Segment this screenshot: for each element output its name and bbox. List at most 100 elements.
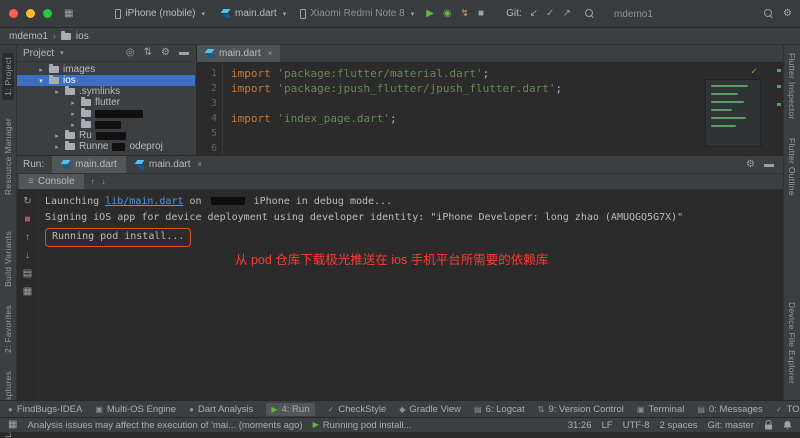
stripe-flutter-inspector-button[interactable]: Flutter Inspector [787,53,797,120]
tree-item-redacted[interactable]: ▸ [17,108,195,119]
lock-icon[interactable] [764,420,773,430]
next-occurrence-icon[interactable]: ↓ [102,177,106,186]
zoom-window-button[interactable] [43,9,52,18]
clear-console-icon[interactable]: ▦ [23,287,32,297]
run-button[interactable]: ▶ [426,8,434,19]
attach-debugger-button[interactable]: ↯ [461,8,469,19]
stripe-favorites-button[interactable]: 2: Favorites [3,305,13,353]
tree-item-redacted[interactable]: ▸ [17,119,195,130]
code-editor[interactable]: 1 2 3 4 5 6 import 'package:flutter/mate… [197,63,783,154]
git-branch-widget[interactable]: Git: master [708,420,754,431]
toolwindow-switcher-icon[interactable]: ▦ [8,420,17,430]
debug-button[interactable]: ◉ [443,8,452,19]
collapse-all-icon[interactable]: ⇅ [144,48,152,58]
tree-item-ios[interactable]: ▾ ios [17,75,195,86]
breadcrumb-item-ios[interactable]: ios [76,31,89,42]
change-mark [777,103,781,106]
toolwindow-grid-icon[interactable]: ▦ [64,8,73,19]
tree-item-runner-xcodeproj[interactable]: ▸ Runne odeproj [17,141,195,152]
bell-icon[interactable] [783,420,792,430]
file-link[interactable]: lib/main.dart [105,196,183,207]
progress-widget[interactable]: ▶ Running pod install... [313,420,412,431]
tree-item-images[interactable]: ▸ images [17,64,195,75]
tree-item-flutter[interactable]: ▸ flutter [17,97,195,108]
encoding-widget[interactable]: UTF-8 [623,420,650,431]
device-selector[interactable]: iPhone (mobile) ▾ [115,8,205,19]
run-tab-main-dart-1[interactable]: main.dart [52,156,126,173]
toolwindow-todo[interactable]: ✓TODO [776,404,800,415]
settings-gear-icon[interactable]: ⚙ [161,48,170,58]
stripe-device-file-explorer-button[interactable]: Device File Explorer [787,302,797,384]
folder-icon [49,64,59,73]
toolwindow-version-control[interactable]: ⇅ 9: Version Control [538,404,624,415]
chevron-right-icon[interactable]: ▸ [69,121,77,129]
run-tab-label: main.dart [75,159,117,170]
change-mark [777,69,781,72]
toolwindow-findbugs[interactable]: ● FindBugs-IDEA [8,404,82,415]
chevron-right-icon[interactable]: ▸ [69,99,77,107]
tree-item-label: images [63,64,96,75]
stripe-build-variants-button[interactable]: Build Variants [3,231,13,287]
git-update-icon[interactable]: ↙ [530,8,538,19]
scroll-to-end-icon[interactable]: ↓ [25,251,30,261]
git-push-icon[interactable]: ↗ [562,8,570,19]
toolwindow-run[interactable]: ▶ 4: Run [266,402,315,416]
search-icon[interactable] [584,8,595,19]
minimize-window-button[interactable] [26,9,35,18]
breadcrumb-separator-icon: › [52,31,56,41]
stripe-flutter-outline-button[interactable]: Flutter Outline [787,138,797,196]
stop-button[interactable]: ■ [478,8,484,19]
flutter-icon [61,160,71,170]
toolwindow-terminal[interactable]: ▣ Terminal [637,404,684,415]
chevron-right-icon[interactable]: ▸ [53,143,61,151]
line-ending-widget[interactable]: LF [602,420,613,431]
tree-item-label: flutter [95,97,121,108]
stripe-project-button[interactable]: 1: Project [2,53,14,100]
run-config-selector[interactable]: main.dart ▾ [221,8,286,19]
terminal-icon: ▣ [636,404,645,414]
toolwindow-checkstyle[interactable]: ✓ CheckStyle [328,404,387,415]
run-tab-main-dart-2[interactable]: main.dart × [126,156,211,173]
indent-widget[interactable]: 2 spaces [660,420,698,431]
print-icon[interactable]: ▤ [23,269,32,279]
chevron-right-icon[interactable]: ▸ [69,110,77,118]
locate-file-icon[interactable]: ◎ [126,48,135,58]
prev-occurrence-icon[interactable]: ↑ [91,177,95,186]
error-stripe[interactable] [777,63,781,154]
android-device-selector[interactable]: Xiaomi Redmi Note 8 ▾ [300,8,414,19]
tree-item-symlinks[interactable]: ▸ .symlinks [17,86,195,97]
console-tab[interactable]: ≡ Console [19,174,84,189]
chevron-right-icon[interactable]: ▸ [53,132,61,140]
window-controls [9,9,52,18]
editor-tab-main-dart[interactable]: main.dart × [197,45,281,62]
chevron-right-icon[interactable]: ▸ [53,88,61,96]
console-output[interactable]: Launching lib/main.dart on iPhone in deb… [45,194,779,268]
tree-item-label: Ru [79,130,92,141]
settings-gear-icon[interactable]: ⚙ [783,9,792,19]
hide-panel-icon[interactable]: ▬ [764,159,774,170]
git-commit-icon[interactable]: ✓ [546,8,554,19]
editor-tab-label: main.dart [219,48,261,59]
caret-position-widget[interactable]: 31:26 [568,420,592,431]
project-view-dropdown[interactable]: Project [23,48,54,59]
stripe-resource-manager-button[interactable]: Resource Manager [3,118,13,195]
toolwindow-logcat[interactable]: ▤ 6: Logcat [474,404,525,415]
toolwindow-gradle-view[interactable]: ◆ Gradle View [399,404,461,415]
close-tab-icon[interactable]: × [268,49,273,58]
tree-item-runner[interactable]: ▸ Ru [17,130,195,141]
toolwindow-messages[interactable]: ▤ 0: Messages [697,404,762,415]
toolwindow-multi-os-engine[interactable]: ▣ Multi-OS Engine [95,404,176,415]
toolwindow-dart-analysis[interactable]: ● Dart Analysis [189,404,253,415]
breadcrumb-item-project[interactable]: mdemo1 [9,31,48,42]
stop-icon[interactable]: ■ [24,215,30,225]
status-message[interactable]: Analysis issues may affect the execution… [27,420,302,431]
rerun-icon[interactable]: ↻ [23,197,31,207]
hide-panel-icon[interactable]: ▬ [179,48,189,58]
chevron-down-icon[interactable]: ▾ [37,77,45,85]
scroll-to-top-icon[interactable]: ↑ [25,233,30,243]
close-window-button[interactable] [9,9,18,18]
search-everywhere-icon[interactable] [764,9,774,19]
settings-gear-icon[interactable]: ⚙ [746,159,755,170]
chevron-right-icon[interactable]: ▸ [37,66,45,74]
close-tab-icon[interactable]: × [198,160,203,169]
